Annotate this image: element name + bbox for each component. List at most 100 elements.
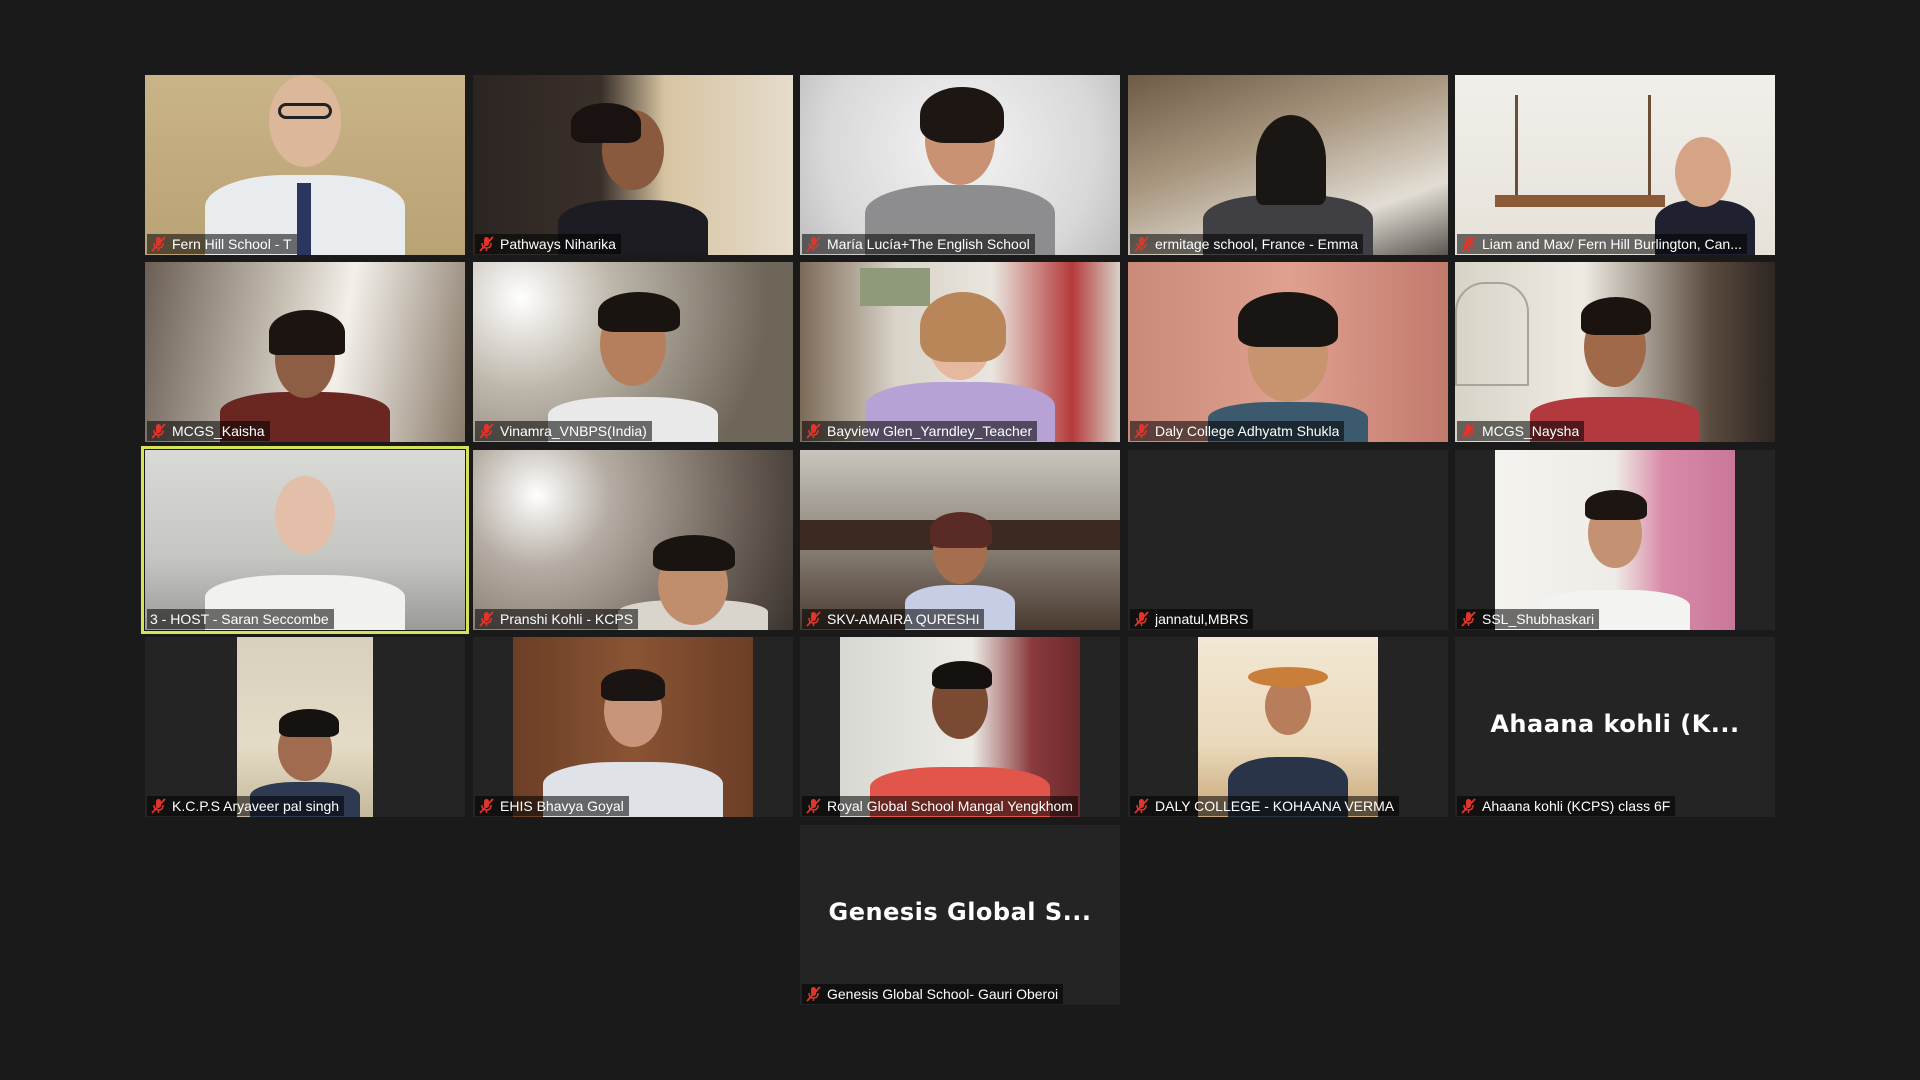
participant-name: Genesis Global School- Gauri Oberoi xyxy=(827,986,1059,1002)
participant-video xyxy=(1455,262,1775,442)
participant-tile[interactable]: jannatul,MBRS xyxy=(1128,450,1448,630)
participant-tile[interactable]: Fern Hill School - T xyxy=(145,75,465,255)
participant-name: MCGS_Naysha xyxy=(1482,423,1580,439)
participant-name: 3 - HOST - Saran Seccombe xyxy=(150,611,329,627)
video-gallery: Fern Hill School - T Pathways Niharika M… xyxy=(0,0,1920,1080)
participant-name-plate: Fern Hill School - T xyxy=(147,234,297,254)
participant-name-plate: Ahaana kohli (KCPS) class 6F xyxy=(1457,796,1676,816)
participant-name: jannatul,MBRS xyxy=(1155,611,1249,627)
mic-muted-icon xyxy=(479,798,494,814)
participant-tile[interactable]: MCGS_Naysha xyxy=(1455,262,1775,442)
participant-name: María Lucía+The English School xyxy=(827,236,1030,252)
participant-name: MCGS_Kaisha xyxy=(172,423,265,439)
participant-tile[interactable]: Bayview Glen_Yarndley_Teacher xyxy=(800,262,1120,442)
participant-video xyxy=(473,450,793,630)
participant-video xyxy=(1128,75,1448,255)
participant-tile[interactable]: Ahaana kohli (K... Ahaana kohli (KCPS) c… xyxy=(1455,637,1775,817)
participant-tile[interactable]: Vinamra_VNBPS(India) xyxy=(473,262,793,442)
participant-tile[interactable]: SSL_Shubhaskari xyxy=(1455,450,1775,630)
participant-tile[interactable]: EHIS Bhavya Goyal xyxy=(473,637,793,817)
participant-name-plate: MCGS_Naysha xyxy=(1457,421,1585,441)
participant-name: K.C.P.S Aryaveer pal singh xyxy=(172,798,340,814)
mic-muted-icon xyxy=(479,423,494,439)
participant-name: Vinamra_VNBPS(India) xyxy=(500,423,647,439)
participant-name: DALY COLLEGE - KOHAANA VERMA xyxy=(1155,798,1395,814)
active-speaker-tile[interactable]: 3 - HOST - Saran Seccombe xyxy=(141,446,469,634)
participant-name-plate: EHIS Bhavya Goyal xyxy=(475,796,629,816)
participant-video xyxy=(840,637,1080,817)
participant-name-plate: Pranshi Kohli - KCPS xyxy=(475,609,639,629)
participant-video xyxy=(1455,75,1775,255)
participant-name-plate: jannatul,MBRS xyxy=(1130,609,1254,629)
mic-muted-icon xyxy=(479,236,494,252)
participant-tile[interactable]: DALY COLLEGE - KOHAANA VERMA xyxy=(1128,637,1448,817)
participant-video xyxy=(145,450,465,630)
video-off-name: Ahaana kohli (K... xyxy=(1490,710,1740,739)
mic-muted-icon xyxy=(1134,423,1149,439)
participant-name: EHIS Bhavya Goyal xyxy=(500,798,624,814)
mic-muted-icon xyxy=(806,798,821,814)
participant-tile[interactable]: Daly College Adhyatm Shukla xyxy=(1128,262,1448,442)
mic-muted-icon xyxy=(151,798,166,814)
participant-video xyxy=(145,262,465,442)
mic-muted-icon xyxy=(1461,611,1476,627)
mic-muted-icon xyxy=(806,236,821,252)
participant-tile[interactable]: Pranshi Kohli - KCPS xyxy=(473,450,793,630)
participant-name: Daly College Adhyatm Shukla xyxy=(1155,423,1340,439)
participant-name: SKV-AMAIRA QURESHI xyxy=(827,611,980,627)
mic-muted-icon xyxy=(1461,798,1476,814)
participant-name-plate: DALY COLLEGE - KOHAANA VERMA xyxy=(1130,796,1400,816)
mic-muted-icon xyxy=(479,611,494,627)
video-off-name: Genesis Global S... xyxy=(828,898,1092,927)
participant-tile[interactable]: SKV-AMAIRA QURESHI xyxy=(800,450,1120,630)
participant-video xyxy=(237,637,373,817)
participant-name: Pathways Niharika xyxy=(500,236,616,252)
participant-tile[interactable]: Genesis Global S... Genesis Global Schoo… xyxy=(800,825,1120,1005)
participant-video xyxy=(145,75,465,255)
participant-video xyxy=(800,262,1120,442)
participant-name: SSL_Shubhaskari xyxy=(1482,611,1595,627)
participant-name-plate: ermitage school, France - Emma xyxy=(1130,234,1364,254)
participant-name-plate: SKV-AMAIRA QURESHI xyxy=(802,609,985,629)
participant-tile[interactable]: K.C.P.S Aryaveer pal singh xyxy=(145,637,465,817)
participant-video xyxy=(1495,450,1735,630)
participant-video xyxy=(800,450,1120,630)
participant-name: Royal Global School Mangal Yengkhom xyxy=(827,798,1073,814)
participant-name-plate: 3 - HOST - Saran Seccombe xyxy=(147,609,334,629)
participant-name-plate: Vinamra_VNBPS(India) xyxy=(475,421,652,441)
mic-muted-icon xyxy=(1461,423,1476,439)
participant-video xyxy=(473,75,793,255)
participant-tile[interactable]: Royal Global School Mangal Yengkhom xyxy=(800,637,1120,817)
participant-tile[interactable]: Liam and Max/ Fern Hill Burlington, Can.… xyxy=(1455,75,1775,255)
participant-name: ermitage school, France - Emma xyxy=(1155,236,1359,252)
participant-name-plate: Pathways Niharika xyxy=(475,234,621,254)
participant-name-plate: Daly College Adhyatm Shukla xyxy=(1130,421,1345,441)
participant-name-plate: Genesis Global School- Gauri Oberoi xyxy=(802,984,1064,1004)
mic-muted-icon xyxy=(806,423,821,439)
mic-muted-icon xyxy=(1134,798,1149,814)
participant-tile[interactable]: María Lucía+The English School xyxy=(800,75,1120,255)
mic-muted-icon xyxy=(151,236,166,252)
participant-video xyxy=(513,637,753,817)
participant-tile[interactable]: ermitage school, France - Emma xyxy=(1128,75,1448,255)
mic-muted-icon xyxy=(806,986,821,1002)
participant-name-plate: SSL_Shubhaskari xyxy=(1457,609,1600,629)
participant-video xyxy=(1128,262,1448,442)
mic-muted-icon xyxy=(1134,236,1149,252)
participant-name: Bayview Glen_Yarndley_Teacher xyxy=(827,423,1033,439)
participant-video xyxy=(1198,637,1378,817)
participant-tile[interactable]: MCGS_Kaisha xyxy=(145,262,465,442)
participant-tile[interactable]: Pathways Niharika xyxy=(473,75,793,255)
participant-name: Ahaana kohli (KCPS) class 6F xyxy=(1482,798,1671,814)
participant-name: Fern Hill School - T xyxy=(172,236,292,252)
participant-name: Pranshi Kohli - KCPS xyxy=(500,611,634,627)
participant-video xyxy=(473,262,793,442)
participant-video xyxy=(800,75,1120,255)
mic-muted-icon xyxy=(806,611,821,627)
participant-name-plate: María Lucía+The English School xyxy=(802,234,1035,254)
mic-muted-icon xyxy=(1134,611,1149,627)
participant-name-plate: MCGS_Kaisha xyxy=(147,421,270,441)
participant-name: Liam and Max/ Fern Hill Burlington, Can.… xyxy=(1482,236,1742,252)
mic-muted-icon xyxy=(151,423,166,439)
participant-name-plate: Royal Global School Mangal Yengkhom xyxy=(802,796,1078,816)
